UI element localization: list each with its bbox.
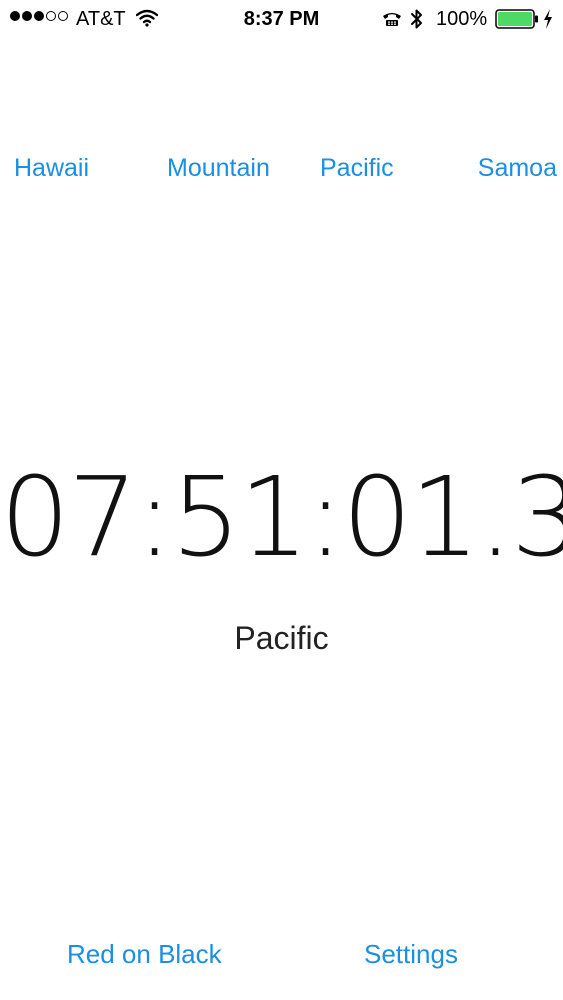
current-time-display: 07:51:01.31 [0,453,563,581]
selected-zone-label: Pacific [234,620,329,656]
zone-button-hawaii[interactable]: Hawaii [14,152,89,184]
zone-button-pacific[interactable]: Pacific [320,152,394,184]
theme-button[interactable]: Red on Black [67,936,222,972]
battery-percentage: 100% [436,8,488,30]
app-screen: AT&T 8:37 PM 100% Hawaii Mountain Pacifi… [0,0,563,1000]
settings-button[interactable]: Settings [364,936,458,972]
zone-button-mountain[interactable]: Mountain [167,152,270,184]
phone-icon [382,10,402,33]
zone-button-samoa[interactable]: Samoa [478,152,557,184]
charging-icon [542,8,554,36]
battery-icon [495,9,539,35]
status-bar: AT&T 8:37 PM 100% [0,0,563,38]
bluetooth-icon [410,7,424,37]
